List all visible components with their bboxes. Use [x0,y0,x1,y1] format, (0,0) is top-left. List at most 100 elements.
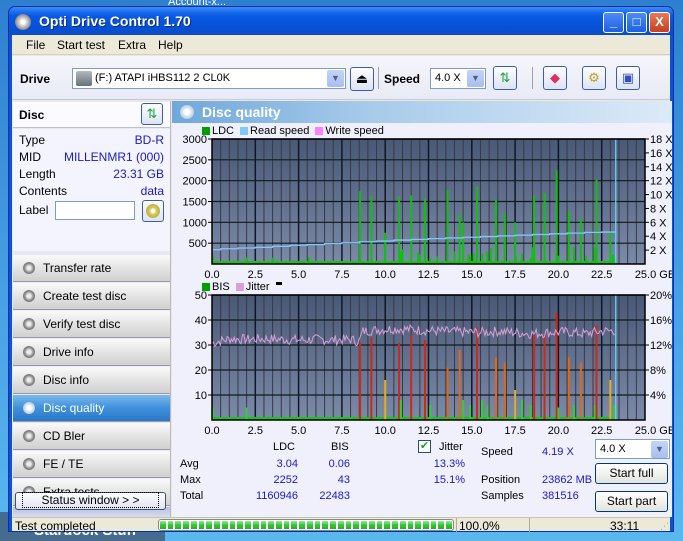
disc-label-button[interactable] [142,200,164,222]
nav-disc-info[interactable]: Disc info [13,367,170,394]
bis-bar [398,342,401,420]
bis-bar [572,405,575,420]
disc-refresh-button[interactable]: ⇅ [141,103,163,125]
disc-field-length: Length 23.31 GB [19,167,164,183]
x-tick-label: 12.5 [418,425,439,437]
bis-bar [446,367,449,420]
progress-segment [167,521,174,529]
y-tick-label-left: 40 [195,315,207,327]
bis-bar [424,340,427,420]
y-tick-label-left: 20 [195,365,207,377]
progress-segment [198,521,205,529]
speed-label: Speed [481,446,513,458]
refresh-button[interactable]: ⇅ [493,66,517,90]
resize-grip-icon[interactable]: ⋰ [660,521,669,532]
disc-label-input[interactable] [55,201,135,220]
progress-segment [183,521,189,529]
drive-select[interactable]: (F:) ATAPI iHBS112 2 CL0K ▼ [72,68,346,89]
x-tick-label: 10.0 [374,425,395,437]
menu-start-test[interactable]: Start test [57,38,105,52]
menu-extra[interactable]: Extra [118,38,146,52]
menu-help[interactable]: Help [158,38,183,52]
erase-button[interactable]: ◆ [543,66,567,90]
progress-segment [392,521,398,529]
chevron-down-icon[interactable]: ▼ [651,441,668,458]
speed-select[interactable]: 4.0 X ▼ [430,68,486,89]
progress-segment [314,521,321,529]
total-bis: 22483 [319,490,350,502]
chevron-down-icon[interactable]: ▼ [327,70,344,87]
progress-segment [361,521,367,529]
progress-segment [221,521,228,529]
samples-label: Samples [481,490,524,502]
eraser-icon: ◆ [550,70,560,85]
progress-segment [330,521,336,529]
eject-button[interactable]: ⏏ [350,67,374,91]
refresh-icon: ⇅ [146,106,158,121]
position-value: 23862 MB [542,474,593,486]
x-tick-label: 0.0 [204,425,219,437]
menu-bar: File Start test Extra Help [12,35,670,55]
nav-label: Verify test disc [43,317,121,331]
y-tick-label-right: 8% [650,365,666,377]
menu-file[interactable]: File [26,38,45,52]
nav-drive-info[interactable]: Drive info [13,339,170,366]
jitter-label: Jitter [439,441,463,453]
nav-fe-te[interactable]: FE / TE [13,451,170,478]
disc-icon [23,402,35,414]
progress-segment [353,521,360,529]
close-button[interactable]: X [649,12,670,33]
nav-verify-test-disc[interactable]: Verify test disc [13,311,170,338]
bis-bar [469,405,472,420]
max-jitter: 15.1% [433,474,465,486]
disc-header: Disc ⇅ [13,102,170,128]
status-separator [529,518,530,532]
start-part-button[interactable]: Start part [595,491,668,512]
progress-segment [415,521,421,529]
status-window-button[interactable]: Status window > > [15,492,166,510]
bis-bar [567,357,570,420]
nav-create-test-disc[interactable]: Create test disc [13,283,170,310]
save-button[interactable]: ▣ [616,66,640,90]
client-area: File Start test Extra Help Drive (F:) AT… [12,35,672,533]
refresh-icon: ⇅ [499,70,511,85]
chevron-down-icon[interactable]: ▼ [467,70,484,87]
x-tick-label: 25.0 GB [635,425,672,437]
bis-bar [481,400,484,420]
maximize-icon: □ [632,14,641,29]
app-window: Opti Drive Control 1.70 _ □ X File Start… [8,6,674,533]
title-bar[interactable]: Opti Drive Control 1.70 _ □ X [9,7,673,35]
jitter-checkbox[interactable]: ✔ [418,440,431,453]
progress-segment [291,521,298,529]
progress-segment [283,521,290,529]
disc-field-key: Length [19,167,56,181]
progress-segment [306,521,313,529]
minimize-button[interactable]: _ [603,12,624,33]
bis-chart: 10 20 30 40 50 4% 8% 12% 16% 20% 0.0 2.5 5.0 7.5 10.0 1… [195,290,672,437]
elapsed-time: 33:11 [610,519,640,533]
x-tick-label: 17.5 [504,425,525,437]
test-speed-select[interactable]: 4.0 X ▼ [595,439,670,459]
bis-bar [612,405,615,420]
gears-icon: ⚙ [588,70,600,85]
disc-field-key: Contents [19,184,68,198]
nav-disc-quality[interactable]: Disc quality [13,395,170,422]
progress-segment [252,521,259,529]
disc-info-panel: Type BD-R MID MILLENMR1 (000) Length 23.31 … [13,129,170,251]
status-bar: Test completed 100.0% 33:11 ⋰ [12,517,670,533]
settings-button[interactable]: ⚙ [582,66,606,90]
start-full-button[interactable]: Start full [595,463,668,484]
progress-bar [158,519,454,531]
progress-segment [175,521,182,529]
nav-transfer-rate[interactable]: Transfer rate [13,255,170,282]
maximize-button[interactable]: □ [626,12,647,33]
bis-bar [595,325,598,420]
progress-segment [299,521,305,529]
progress-segment [237,521,244,529]
progress-segment [384,521,391,529]
y-tick-label-left: 30 [195,340,207,352]
nav-cd-bler[interactable]: CD Bler [13,423,170,450]
progress-segment [368,521,375,529]
bis-bar [359,342,362,420]
eject-icon: ⏏ [355,71,369,86]
